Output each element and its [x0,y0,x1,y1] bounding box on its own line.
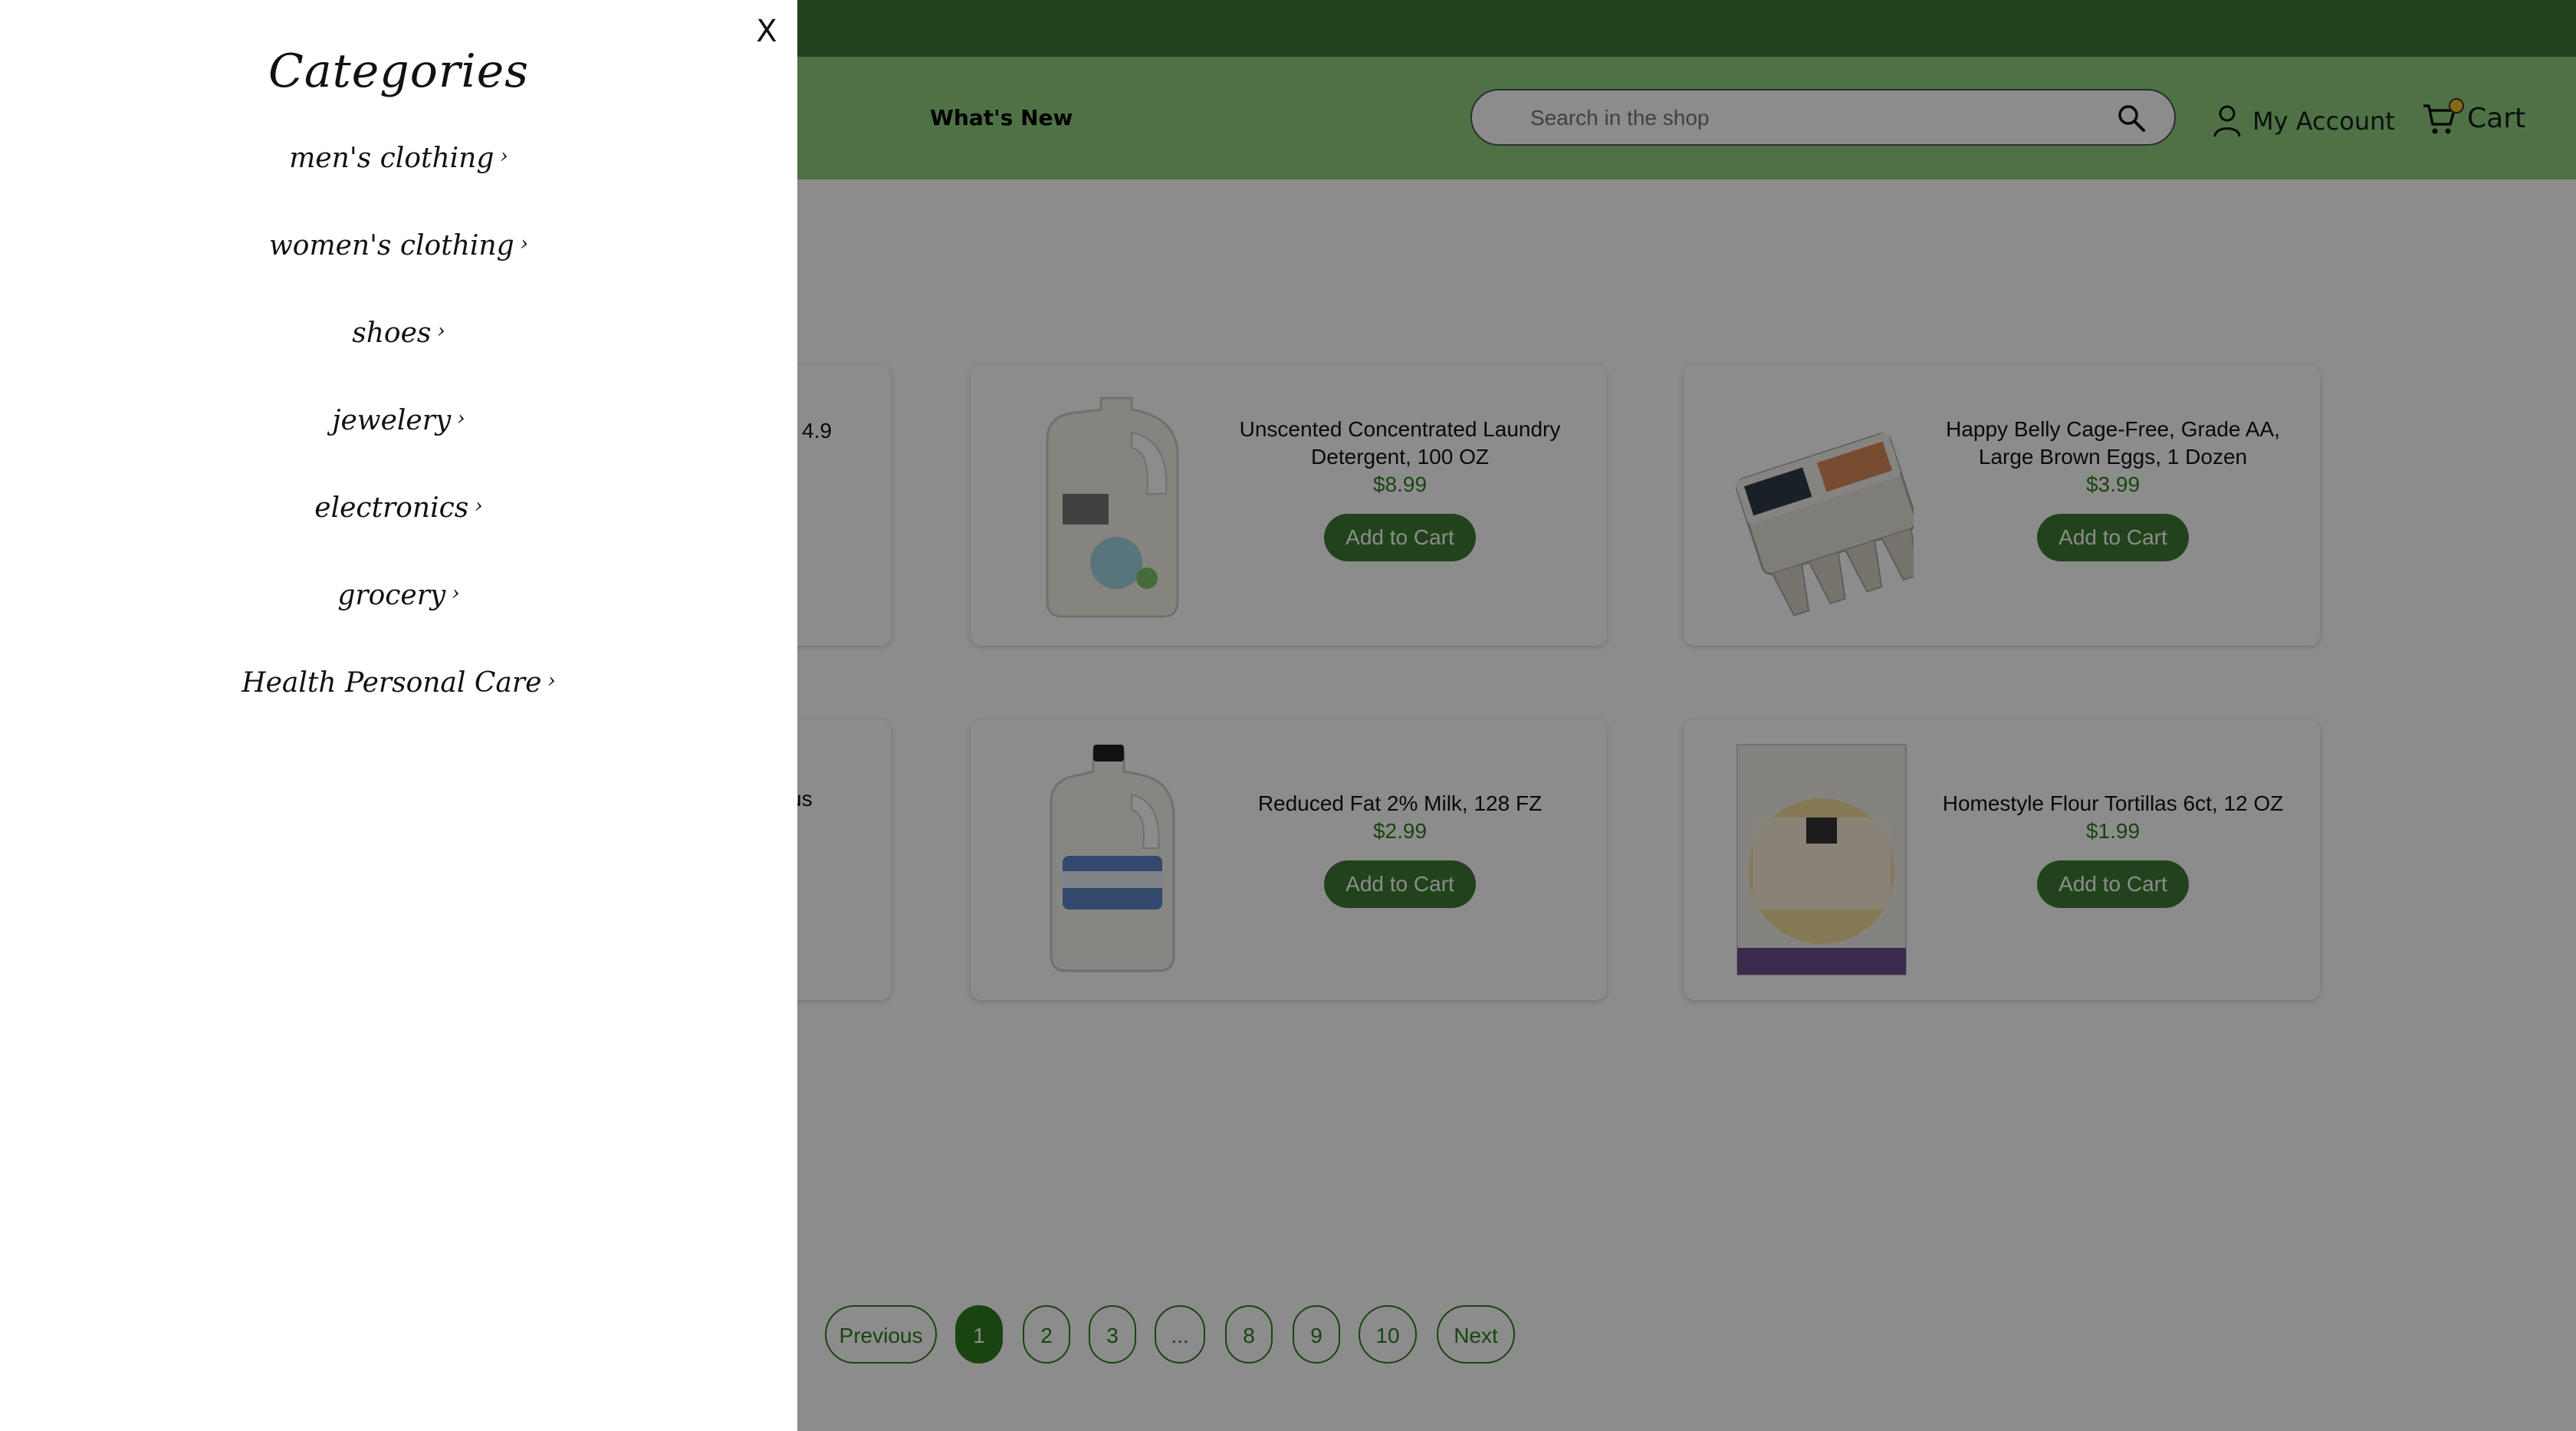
categories-drawer: X Categories men's clothing › women's clo… [0,0,797,1431]
category-health-personal-care[interactable]: Health Personal Care › [0,667,797,699]
drawer-title: Categories [268,44,529,98]
category-label: jewelery [332,405,452,436]
chevron-right-icon: › [457,407,465,430]
chevron-right-icon: › [437,320,445,343]
category-electronics[interactable]: electronics › [0,492,797,524]
chevron-right-icon: › [452,582,460,605]
category-label: Health Personal Care [242,667,542,699]
category-jewelery[interactable]: jewelery › [0,405,797,436]
category-grocery[interactable]: grocery › [0,580,797,611]
category-shoes[interactable]: shoes › [0,317,797,349]
category-label: electronics [314,492,469,524]
category-womens-clothing[interactable]: women's clothing › [0,230,797,262]
chevron-right-icon: › [500,145,508,168]
category-mens-clothing[interactable]: men's clothing › [0,143,797,174]
category-label: women's clothing [268,230,514,262]
category-label: shoes [352,317,432,349]
chevron-right-icon: › [475,495,483,518]
category-label: men's clothing [289,143,495,174]
chevron-right-icon: › [547,669,556,692]
chevron-right-icon: › [520,232,529,255]
category-label: grocery [337,580,446,611]
